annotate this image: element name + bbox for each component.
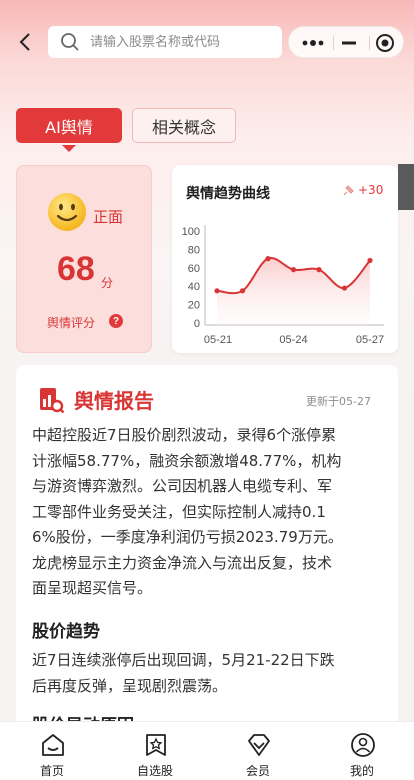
summary-line: 龙虎榜显示主力资金净流入与流出反复，技术 [32,553,333,572]
trend-point [265,256,271,262]
price-trend-text: 近7日连续涨停后出现回调，5月21-22日下跌 后再度反弹，呈现剧烈震荡。 [32,648,384,699]
home-icon [42,734,64,756]
help-icon[interactable]: ? [109,314,123,328]
y-tick-label: 100 [182,226,200,238]
price-trend-line: 后再度反弹，呈现剧烈震荡。 [32,676,228,695]
summary-line: 计涨幅58.77%，融资余额激增48.77%，机构 [32,451,342,470]
x-tick-label: 05-24 [279,334,307,346]
nav-label: 我的 [349,764,374,778]
section-title-price-trend: 股价趋势 [32,622,100,642]
report-title: 舆情报告 [74,389,154,413]
trend-point [316,267,322,273]
scrollbar[interactable] [398,164,414,210]
search-icon [61,33,79,51]
score-label: 舆情评分 [47,316,96,330]
minimize-icon [342,41,356,45]
search-input[interactable] [90,26,276,58]
sentiment-trend-card: 舆情趋势曲线 +30 0 20 40 60 80 100 05-21 05-24 05-27 [172,165,398,353]
miniapp-capsule [288,26,404,58]
trend-change: +30 [358,183,384,197]
report-updated-time: 更新于05-27 [306,395,371,408]
y-tick-label: 40 [188,281,200,293]
trend-point [290,267,297,273]
nav-label: 首页 [39,764,64,778]
sentiment-score-card: 正面 68 分 舆情评分 ? [16,165,152,353]
close-button[interactable] [367,27,403,59]
sentiment-score: 68 [57,250,95,288]
trend-point [214,288,220,294]
price-trend-line: 近7日连续涨停后出现回调，5月21-22日下跌 [32,651,335,669]
nav-item-membership[interactable]: 会员 [218,722,298,780]
bottom-nav: 首页 自选股 会员 我的 [0,721,414,780]
nav-item-profile[interactable]: 我的 [322,722,402,780]
y-tick-label: 20 [188,300,200,312]
x-tick-label: 05-27 [356,334,384,346]
back-arrow-icon[interactable] [14,30,38,54]
score-unit: 分 [101,276,114,290]
y-tick-label: 0 [194,318,200,330]
report-summary: 中超控股近7日股价剧烈波动，录得6个涨停累 计涨幅58.77%，融资余额激增48… [32,423,384,602]
trend-point [239,288,246,294]
y-tick-label: 60 [188,263,200,275]
tab-label: 相关概念 [151,117,216,137]
trend-point [341,285,348,291]
sentiment-label: 正面 [93,208,124,226]
tab-ai-sentiment[interactable]: AI舆情 [16,108,122,143]
summary-line: 工零部件业务受关注，但实际控制人减持0.1 [32,502,326,521]
sentiment-report-card: 舆情报告 更新于05-27 中超控股近7日股价剧烈波动，录得6个涨停累 计涨幅5… [16,365,398,780]
user-icon [351,733,375,757]
minimize-button[interactable] [331,27,367,59]
smiley-icon [48,193,86,231]
x-tick-label: 05-21 [204,334,232,346]
nav-label: 自选股 [136,764,173,778]
tab-related-concepts[interactable]: 相关概念 [132,108,236,143]
tab-label: AI舆情 [45,117,93,137]
summary-line: 中超控股近7日股价剧烈波动，录得6个涨停累 [32,426,337,444]
more-dots-icon [302,40,324,46]
summary-line: 6%股份，一季度净利润仍亏损2023.79万元。 [32,528,343,546]
close-target-icon [376,34,394,52]
active-tab-indicator [62,145,76,152]
trend-chart: 0 20 40 60 80 100 05-21 05-24 05-27 [182,225,384,346]
y-tick-label: 80 [188,244,200,256]
trend-point [367,257,373,264]
more-button[interactable] [295,27,331,59]
search-box[interactable] [48,26,282,58]
summary-line: 面呈现超买信号。 [32,579,153,597]
top-bar [0,0,414,84]
summary-line: 与游资博弈激烈。公司因机器人电缆专利、军 [32,477,333,495]
pin-icon [343,185,354,196]
trend-title: 舆情趋势曲线 [186,186,270,202]
diamond-icon [248,734,270,756]
nav-item-home[interactable]: 首页 [12,722,92,780]
report-icon [40,388,64,413]
star-bookmark-icon [146,734,166,756]
nav-item-watchlist[interactable]: 自选股 [115,722,195,780]
nav-label: 会员 [245,764,270,778]
